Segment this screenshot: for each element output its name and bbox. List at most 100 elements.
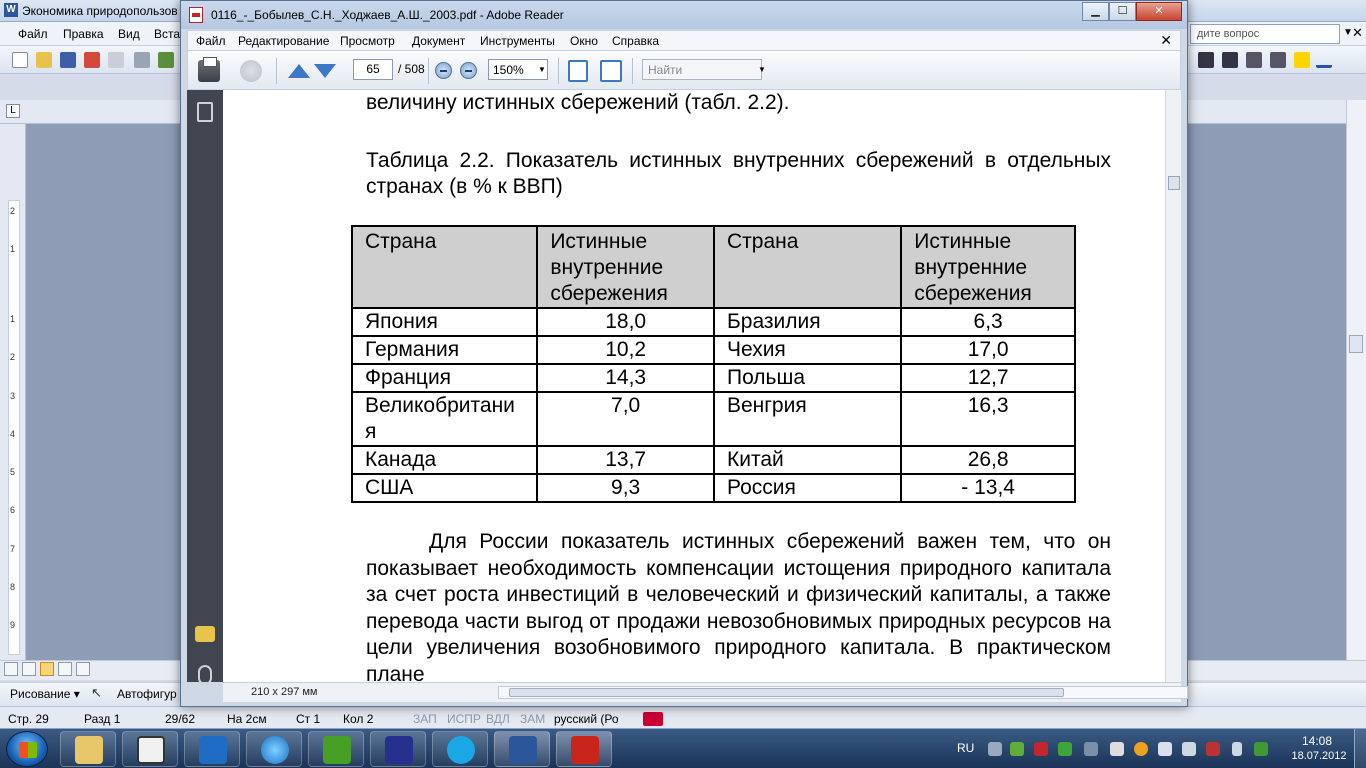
tray-utility-icon[interactable] — [1010, 742, 1024, 756]
tray-app-icon[interactable] — [1254, 742, 1268, 756]
tray-network-icon[interactable] — [988, 742, 1002, 756]
reader-titlebar[interactable]: 0116_-_Бобылев_С.Н._Ходжаев_А.Ш._2003.pd… — [181, 1, 1187, 29]
close-button[interactable]: ✕ — [1136, 2, 1182, 21]
maximize-button[interactable]: ☐ — [1109, 2, 1136, 21]
taskbar-calc[interactable] — [370, 731, 426, 767]
language-indicator[interactable]: RU — [957, 741, 974, 755]
menu-file[interactable]: Файл — [196, 34, 226, 48]
start-button[interactable] — [6, 731, 48, 767]
reading-view-icon[interactable] — [76, 662, 90, 676]
menu-window[interactable]: Окно — [570, 34, 598, 48]
numbering-icon[interactable] — [1198, 52, 1214, 68]
print-icon[interactable] — [108, 52, 124, 68]
permission-icon[interactable] — [84, 52, 100, 68]
chevron-down-icon[interactable]: ▼ — [538, 65, 546, 74]
table-cell: Япония — [350, 307, 539, 337]
menu-help[interactable]: Справка — [612, 34, 659, 48]
taskbar-skype[interactable] — [432, 731, 488, 767]
taskbar-adobe-reader[interactable] — [556, 731, 612, 767]
reader-horizontal-thumb[interactable] — [509, 688, 1064, 697]
taskbar-calendar[interactable] — [122, 731, 178, 767]
menu-view[interactable]: Просмотр — [340, 34, 395, 48]
clock-date[interactable]: 18.07.2012 — [1284, 750, 1354, 762]
font-color-icon[interactable] — [1316, 52, 1332, 68]
bullets-icon[interactable] — [1222, 52, 1238, 68]
menu-edit[interactable]: Редактирование — [238, 34, 329, 48]
table-cell: Канада — [350, 445, 539, 475]
increase-indent-icon[interactable] — [1270, 52, 1286, 68]
tray-check-icon[interactable] — [1058, 742, 1072, 756]
taskbar-media[interactable] — [184, 731, 240, 767]
menu-tools[interactable]: Инструменты — [480, 34, 555, 48]
taskbar-ie[interactable] — [246, 731, 302, 767]
print-preview-icon[interactable] — [134, 52, 150, 68]
clock-time[interactable]: 14:08 — [1297, 734, 1337, 748]
tray-ati-icon[interactable] — [1034, 742, 1048, 756]
pdf-page-view[interactable]: величину истинных сбережений (табл. 2.2)… — [223, 90, 1165, 682]
decrease-indent-icon[interactable] — [1246, 52, 1262, 68]
volume-icon[interactable] — [1182, 742, 1196, 756]
taskbar-word[interactable] — [494, 731, 550, 767]
word-menu-edit[interactable]: Правка — [63, 27, 104, 41]
word-scroll-thumb[interactable] — [1349, 335, 1363, 353]
previous-page-icon[interactable] — [288, 60, 310, 82]
attachment-icon[interactable] — [198, 665, 212, 685]
scroll-mode-icon[interactable] — [568, 60, 588, 82]
spelling-icon[interactable] — [158, 52, 174, 68]
tray-flag-icon[interactable] — [1158, 742, 1172, 756]
minimize-button[interactable]: ▁ — [1082, 2, 1109, 21]
menu-document[interactable]: Документ — [412, 34, 465, 48]
autoshapes-button[interactable]: Автофигур — [117, 687, 177, 701]
taskbar-explorer[interactable] — [60, 731, 116, 767]
word-menu-file[interactable]: Файл — [18, 27, 48, 41]
word-menu-insert[interactable]: Вста — [154, 27, 180, 41]
adobe-reader-window: 0116_-_Бобылев_С.Н._Ходжаев_А.Ш._2003.pd… — [180, 0, 1188, 707]
new-document-icon[interactable] — [12, 52, 28, 68]
drawing-menu-button[interactable]: Рисование ▾ — [10, 687, 80, 701]
desktop: W Экономика природопользов Файл Правка В… — [0, 0, 1366, 768]
word-help-input[interactable]: дите вопрос — [1190, 24, 1340, 44]
reader-vertical-scrollbar[interactable] — [1165, 90, 1181, 682]
zoom-out-icon[interactable] — [435, 62, 452, 79]
web-view-icon[interactable] — [22, 662, 36, 676]
find-input[interactable]: Найти — [642, 59, 762, 80]
table-cell: Германия — [350, 335, 539, 365]
highlight-icon[interactable] — [1294, 52, 1310, 68]
print-layout-icon[interactable] — [40, 662, 54, 676]
next-page-icon[interactable] — [314, 60, 336, 82]
normal-view-icon[interactable] — [4, 662, 18, 676]
pages-panel-icon[interactable] — [197, 102, 213, 122]
save-icon[interactable] — [60, 52, 76, 68]
battery-icon[interactable] — [1232, 742, 1242, 756]
word-vertical-scrollbar[interactable] — [1346, 100, 1366, 660]
page-number-input[interactable]: 65 — [353, 59, 393, 80]
show-desktop-button[interactable] — [1354, 729, 1366, 768]
word-menu-view[interactable]: Вид — [118, 27, 140, 41]
open-folder-icon[interactable] — [36, 52, 52, 68]
reader-horizontal-scrollbar[interactable] — [498, 686, 1188, 699]
close-icon[interactable]: ✕ — [1352, 25, 1363, 41]
tray-speech-icon[interactable] — [1110, 742, 1124, 756]
status-trk[interactable]: ИСПР — [447, 712, 481, 726]
outline-view-icon[interactable] — [58, 662, 72, 676]
close-document-icon[interactable]: ✕ — [1160, 32, 1172, 49]
comments-icon[interactable] — [195, 626, 215, 642]
table-row: Канада 13,7 Китай 26,8 — [350, 445, 1076, 475]
spelling-status-icon[interactable] — [643, 712, 663, 726]
chevron-down-icon[interactable]: ▼ — [758, 65, 766, 74]
zoom-in-icon[interactable] — [460, 62, 477, 79]
status-rec[interactable]: ЗАП — [413, 712, 437, 726]
tray-network-status-icon[interactable] — [1206, 742, 1220, 756]
status-ext[interactable]: ВДЛ — [486, 712, 510, 726]
print-icon[interactable] — [198, 57, 220, 82]
reader-scroll-thumb[interactable] — [1168, 176, 1180, 190]
taskbar-antivirus[interactable] — [308, 731, 364, 767]
select-objects-icon[interactable]: ↖ — [91, 685, 102, 701]
status-ovr[interactable]: ЗАМ — [520, 712, 545, 726]
collaborate-icon[interactable] — [240, 60, 262, 82]
tray-device-icon[interactable] — [1084, 742, 1098, 756]
fit-page-icon[interactable] — [600, 60, 622, 82]
tray-browser-icon[interactable] — [1134, 742, 1148, 756]
vertical-ruler[interactable]: 2 1 1 2 3 4 5 6 7 8 9 — [0, 124, 26, 660]
tab-selector-icon[interactable]: L — [6, 104, 20, 118]
